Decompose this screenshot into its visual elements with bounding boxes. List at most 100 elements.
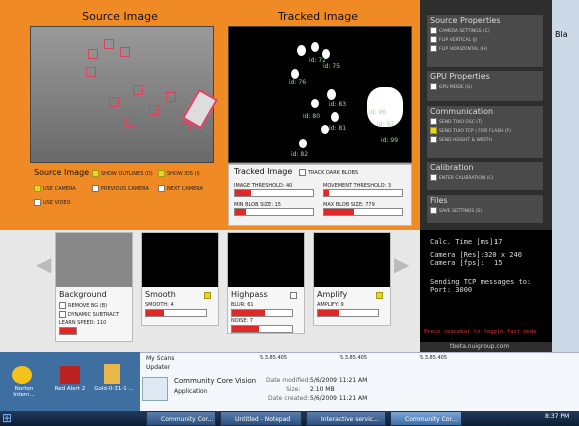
blob-id-label: id: 96 [369,109,387,116]
blob-outline [120,47,130,57]
blob-outline [133,85,143,95]
image-threshold-slider[interactable] [234,189,314,197]
explorer-item[interactable]: Updater [146,364,170,371]
taskbar-button-notepad[interactable]: Untitled - Notepad [220,411,302,426]
blob-outline [109,97,119,107]
tcp-port-line: Port: 3000 [430,286,473,294]
amplify-value-label: AMPLIFY: 9 [317,302,344,308]
use-camera-toggle[interactable]: USE CAMERA [34,185,76,192]
send-tuio-tcp-toggle[interactable]: SEND TUIO TCP ( FOR FLASH (F) [427,126,543,135]
taskbar-button-ccv[interactable]: Community Cor... [146,411,216,426]
desktop-icon-label: Gold-0-31-1 ... [94,386,134,392]
smooth-value-label: SMOOTH: 4 [145,302,174,308]
modified-value: 5/6/2009 11:21 AM [310,377,368,384]
background-filter-card: Background REMOVE BG (B) DYNAMIC SUBTRAC… [55,232,133,342]
background-window-edge: Bla [552,0,579,352]
noise-slider[interactable] [231,325,293,333]
amplify-toggle[interactable] [376,292,383,299]
camera-settings-button[interactable]: CAMERA SETTINGS (C) [427,26,543,35]
explorer-item[interactable]: My Scans [146,355,174,362]
tracked-blob [297,45,306,56]
blob-id-label: id: 99 [381,137,399,144]
desktop-icon-label: Red Alert 2 [54,386,86,392]
use-video-toggle[interactable]: USE VIDEO [34,199,70,206]
footer-url: tbeta.nuigroup.com [450,343,510,350]
desktop-icon-label: Norton Intern... [13,386,35,398]
track-dark-blobs-toggle[interactable]: TRACK DARK BLOBS [299,169,358,176]
blob-id-label: id: 81 [329,125,347,132]
gpu-properties-group: GPU Properties GPU MODE (G) [426,70,544,102]
flip-horizontal-toggle[interactable]: FLIP HORIZONTAL (H) [427,44,543,53]
fast-mode-hint: Press spacebar to toggle fast mode [424,329,537,335]
learn-speed-slider[interactable] [59,327,77,335]
calc-time-label: Calc. Time [ms]: [430,238,498,246]
smooth-toggle[interactable] [204,292,211,299]
tracked-blob [331,112,339,122]
size-value: 2.10 MB [310,386,335,393]
blob-outline [149,105,159,115]
desktop-area: My Scans Updater 5.3.85.405 5.3.85.405 5… [0,352,579,412]
background-title: Background [59,290,107,299]
version-text: 5.3.85.405 [340,355,368,361]
file-name: Community Core Vision [174,377,257,385]
save-settings-button[interactable]: SAVE SETTINGS (S) [427,206,543,215]
source-properties-group: Source Properties CAMERA SETTINGS (C) FL… [426,14,544,68]
noise-label: NOISE: 7 [231,318,253,324]
next-camera-button[interactable]: NEXT CAMERA [158,185,203,192]
amplify-slider[interactable] [317,309,379,317]
blob-outline [86,67,96,77]
calibration-group: Calibration ENTER CALIBRATION (C) [426,161,544,191]
blob-outline [181,122,191,132]
tracked-blob [311,99,319,108]
smooth-slider[interactable] [145,309,207,317]
blob-id-label: id: 83 [329,101,347,108]
highpass-toggle[interactable] [290,292,297,299]
camera-fps-value: 15 [494,259,503,267]
blob-outline [126,117,136,127]
min-blob-slider[interactable] [234,208,314,216]
blur-slider[interactable] [231,309,293,317]
amplify-preview [314,233,390,287]
red-alert-icon[interactable] [60,366,80,384]
size-label: Size: [286,386,301,393]
dynamic-subtract-toggle[interactable]: DYNAMIC SUBTRACT [56,309,132,320]
tcp-status-line: Sending TCP messages to: [430,278,532,286]
camera-res-value: 320 x 240 [484,251,522,259]
smooth-preview [142,233,218,287]
taskbar-button-interactive[interactable]: Interactive servic... [306,411,386,426]
gpu-mode-toggle[interactable]: GPU MODE (G) [427,82,543,91]
flip-vertical-toggle[interactable]: FLIP VERTICAL (J) [427,35,543,44]
group-title: Communication [430,107,494,116]
smooth-filter-card: Smooth SMOOTH: 4 [141,232,219,326]
created-value: 5/6/2009 11:21 AM [310,395,368,402]
calc-time-value: 17 [494,238,503,246]
previous-camera-button[interactable]: PREVIOUS CAMERA [92,185,149,192]
archive-icon[interactable] [104,364,120,384]
communication-group: Communication SEND TUIO OSC (T) SEND TUI… [426,105,544,159]
max-blob-slider[interactable] [323,208,403,216]
background-preview [56,233,132,287]
ccv-window: Source Image Source Image SHOW OUTLINES … [0,0,553,352]
show-outlines-toggle[interactable]: SHOW OUTLINES (D) [92,170,153,177]
tracked-blob [327,89,336,100]
blob-id-label: id: 80 [303,113,321,120]
amplify-filter-card: Amplify AMPLIFY: 9 [313,232,391,326]
group-title: Source Properties [430,16,501,25]
enter-calibration-button[interactable]: ENTER CALIBRATION (C) [427,173,543,182]
group-title: Calibration [430,163,474,172]
blob-id-label: id: 97 [377,121,395,128]
norton-icon[interactable] [12,366,32,384]
highpass-filter-card: Highpass BLUR: 61 NOISE: 7 [227,232,305,334]
blur-label: BLUR: 61 [231,302,254,308]
scroll-left-arrow-icon[interactable]: ◀ [36,252,51,276]
show-ids-toggle[interactable]: SHOW IDS (I) [158,170,200,177]
send-tuio-osc-toggle[interactable]: SEND TUIO OSC (T) [427,117,543,126]
send-height-width-toggle[interactable]: SEND HEIGHT & WIDTH [427,135,543,144]
taskbar-button-ccv-active[interactable]: Community Cor... [390,411,462,426]
start-orb-icon[interactable]: ⊞ [2,411,20,426]
blob-id-label: id: 82 [291,151,309,158]
tracked-camera-view: id: 72 id: 75 id: 76 id: 83 id: 80 id: 8… [228,26,412,163]
remove-bg-toggle[interactable]: REMOVE BG (B) [56,302,132,309]
scroll-right-arrow-icon[interactable]: ▶ [394,252,409,276]
movement-threshold-slider[interactable] [323,189,403,197]
